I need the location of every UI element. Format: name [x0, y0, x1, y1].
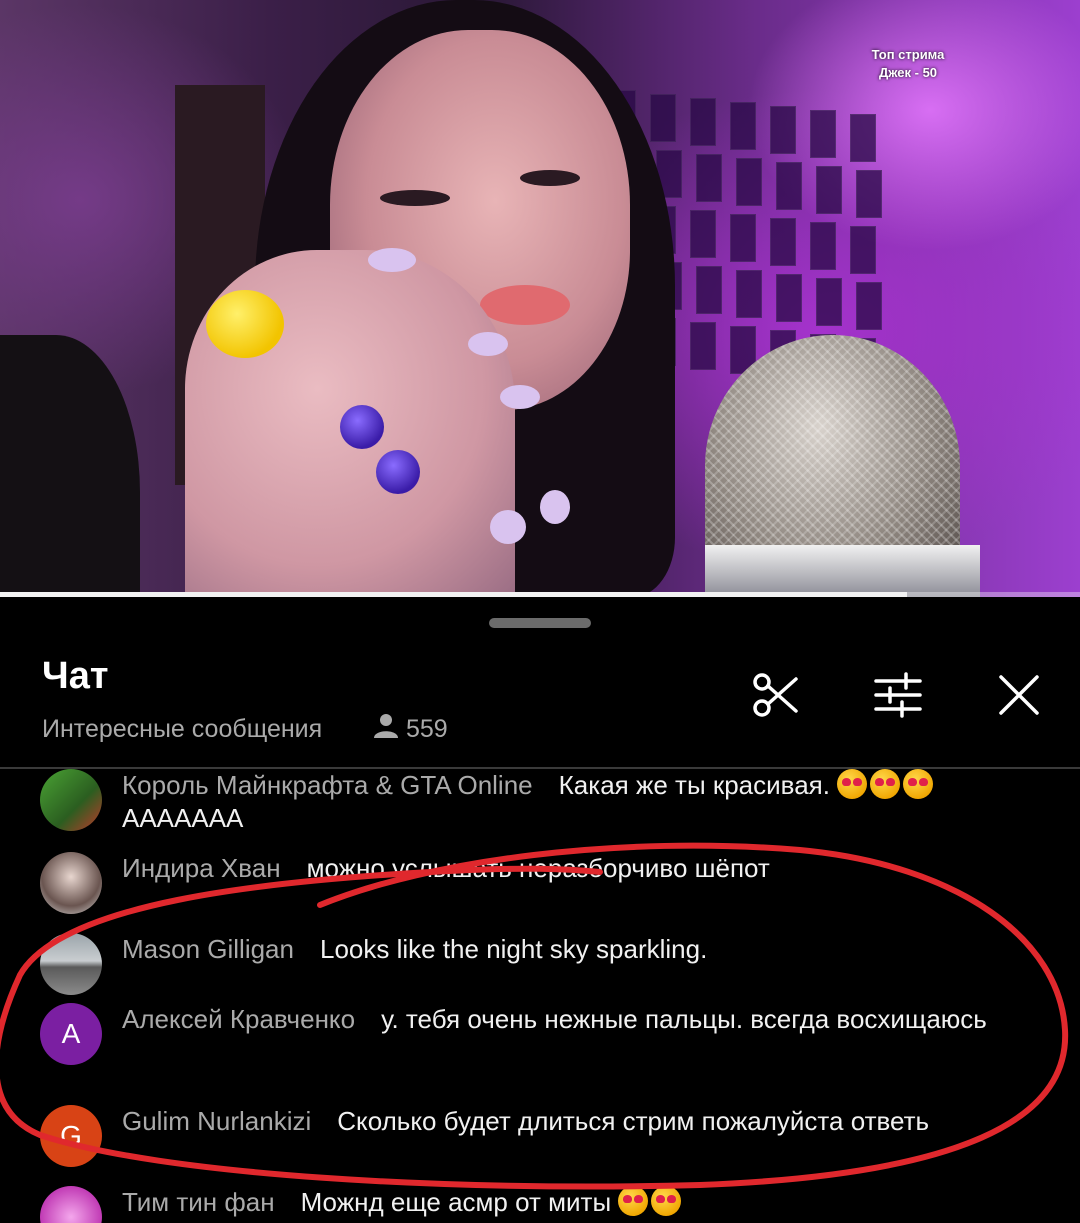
purple-ring — [340, 405, 384, 449]
nail — [500, 385, 540, 409]
close-icon — [997, 673, 1041, 722]
purple-ring — [376, 450, 420, 494]
message-body: Gulim Nurlankizi Сколько будет длиться ст… — [122, 1105, 1080, 1138]
wall-poster — [650, 94, 676, 142]
wall-poster — [776, 162, 802, 210]
person-icon — [372, 713, 400, 746]
wall-poster — [770, 218, 796, 266]
wall-poster — [736, 270, 762, 318]
wall-poster — [696, 154, 722, 202]
wink-kiss-emoji-icon — [651, 1186, 682, 1216]
nail — [368, 248, 416, 272]
message-body: Mason Gilligan Looks like the night sky s… — [122, 933, 1022, 966]
chat-mode-dropdown[interactable]: Интересные сообщения — [42, 715, 322, 744]
overlay-line-1: Топ стрима — [871, 47, 945, 62]
wall-poster — [690, 210, 716, 258]
nail — [468, 332, 508, 356]
microphone-base — [705, 545, 980, 597]
message-text: Сколько будет длиться стрим пожалуйста о… — [337, 1106, 930, 1136]
avatar[interactable] — [40, 933, 102, 995]
wall-poster — [690, 98, 716, 146]
author-name[interactable]: Индира Хван — [122, 853, 281, 883]
heart-eyes-emoji-icon — [837, 769, 868, 799]
wall-poster — [730, 214, 756, 262]
avatar[interactable] — [40, 769, 102, 831]
avatar[interactable] — [40, 1186, 102, 1223]
chat-panel: Чат Интересные сообщения 559 Король Майн… — [0, 597, 1080, 1223]
wall-poster — [696, 266, 722, 314]
chat-settings-button[interactable] — [870, 669, 926, 725]
message-text: Какая же ты красивая. — [558, 770, 830, 800]
author-name[interactable]: Gulim Nurlankizi — [122, 1106, 311, 1136]
left-eye — [380, 190, 450, 206]
wall-poster — [816, 278, 842, 326]
viewer-count-value: 559 — [406, 715, 448, 743]
message-text: Looks like the night sky sparkling. — [319, 934, 708, 964]
nail — [490, 510, 526, 544]
sliders-icon — [872, 669, 924, 726]
author-name[interactable]: Алексей Кравченко — [122, 1004, 355, 1034]
top-donor-overlay: Топ стрима Джек - 50 — [858, 46, 958, 82]
wall-poster — [770, 106, 796, 154]
left-object — [0, 335, 140, 597]
overlay-line-2: Джек - 50 — [878, 65, 938, 80]
message-body: Тим тин фан Можнд еще асмр от миты — [122, 1186, 1022, 1219]
message-text: можно услышать неразборчиво шёпот — [306, 853, 770, 883]
message-body: Алексей Кравченко у. тебя очень нежные па… — [122, 1003, 1022, 1036]
avatar[interactable] — [40, 852, 102, 914]
wall-poster — [850, 226, 876, 274]
heart-eyes-emoji-icon — [618, 1186, 649, 1216]
wall-poster — [850, 114, 876, 162]
wall-poster — [816, 166, 842, 214]
message-body: Король Майнкрафта & GTA Online Какая же т… — [122, 769, 1022, 835]
lips — [480, 285, 570, 325]
drag-handle[interactable] — [489, 618, 591, 628]
avatar[interactable]: A — [40, 1003, 102, 1065]
wall-poster — [810, 110, 836, 158]
author-name[interactable]: Mason Gilligan — [122, 934, 294, 964]
scissors-icon — [750, 669, 802, 726]
wall-poster — [690, 322, 716, 370]
avatar[interactable]: G — [40, 1105, 102, 1167]
wall-poster — [736, 158, 762, 206]
close-chat-button[interactable] — [991, 669, 1047, 725]
stream-video[interactable]: Топ стрима Джек - 50 — [0, 0, 1080, 597]
yellow-ring — [206, 290, 284, 358]
message-text-continuation: АААААAA — [122, 803, 244, 833]
author-name[interactable]: Тим тин фан — [122, 1187, 275, 1217]
right-eye — [520, 170, 580, 186]
wall-poster — [856, 282, 882, 330]
message-body: Индира Хван можно услышать неразборчиво ш… — [122, 852, 1022, 885]
wall-poster — [810, 222, 836, 270]
nail — [540, 490, 570, 524]
wall-poster — [730, 102, 756, 150]
heart-eyes-emoji-icon — [870, 769, 901, 799]
message-text: у. тебя очень нежные пальцы. всегда восх… — [381, 1004, 987, 1034]
message-text: Можнд еще асмр от миты — [300, 1187, 612, 1217]
wall-poster — [776, 274, 802, 322]
heart-eyes-emoji-icon — [903, 769, 934, 799]
author-name[interactable]: Король Майнкрафта & GTA Online — [122, 770, 533, 800]
clip-button[interactable] — [748, 669, 804, 725]
viewer-count: 559 — [372, 713, 448, 746]
chat-title: Чат — [42, 655, 109, 697]
wall-poster — [856, 170, 882, 218]
